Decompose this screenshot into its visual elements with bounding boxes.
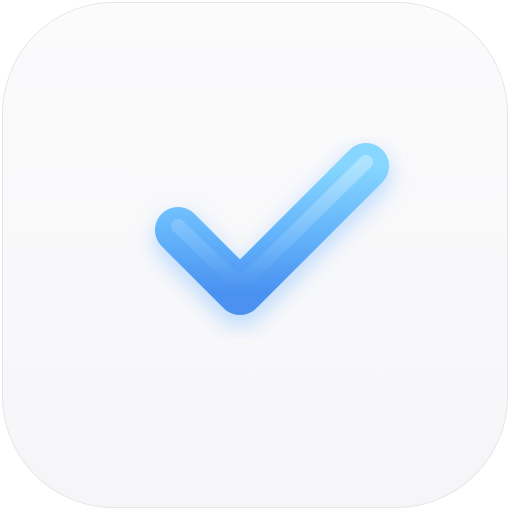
checkmark-icon xyxy=(154,143,391,327)
icon-canvas xyxy=(0,0,512,512)
